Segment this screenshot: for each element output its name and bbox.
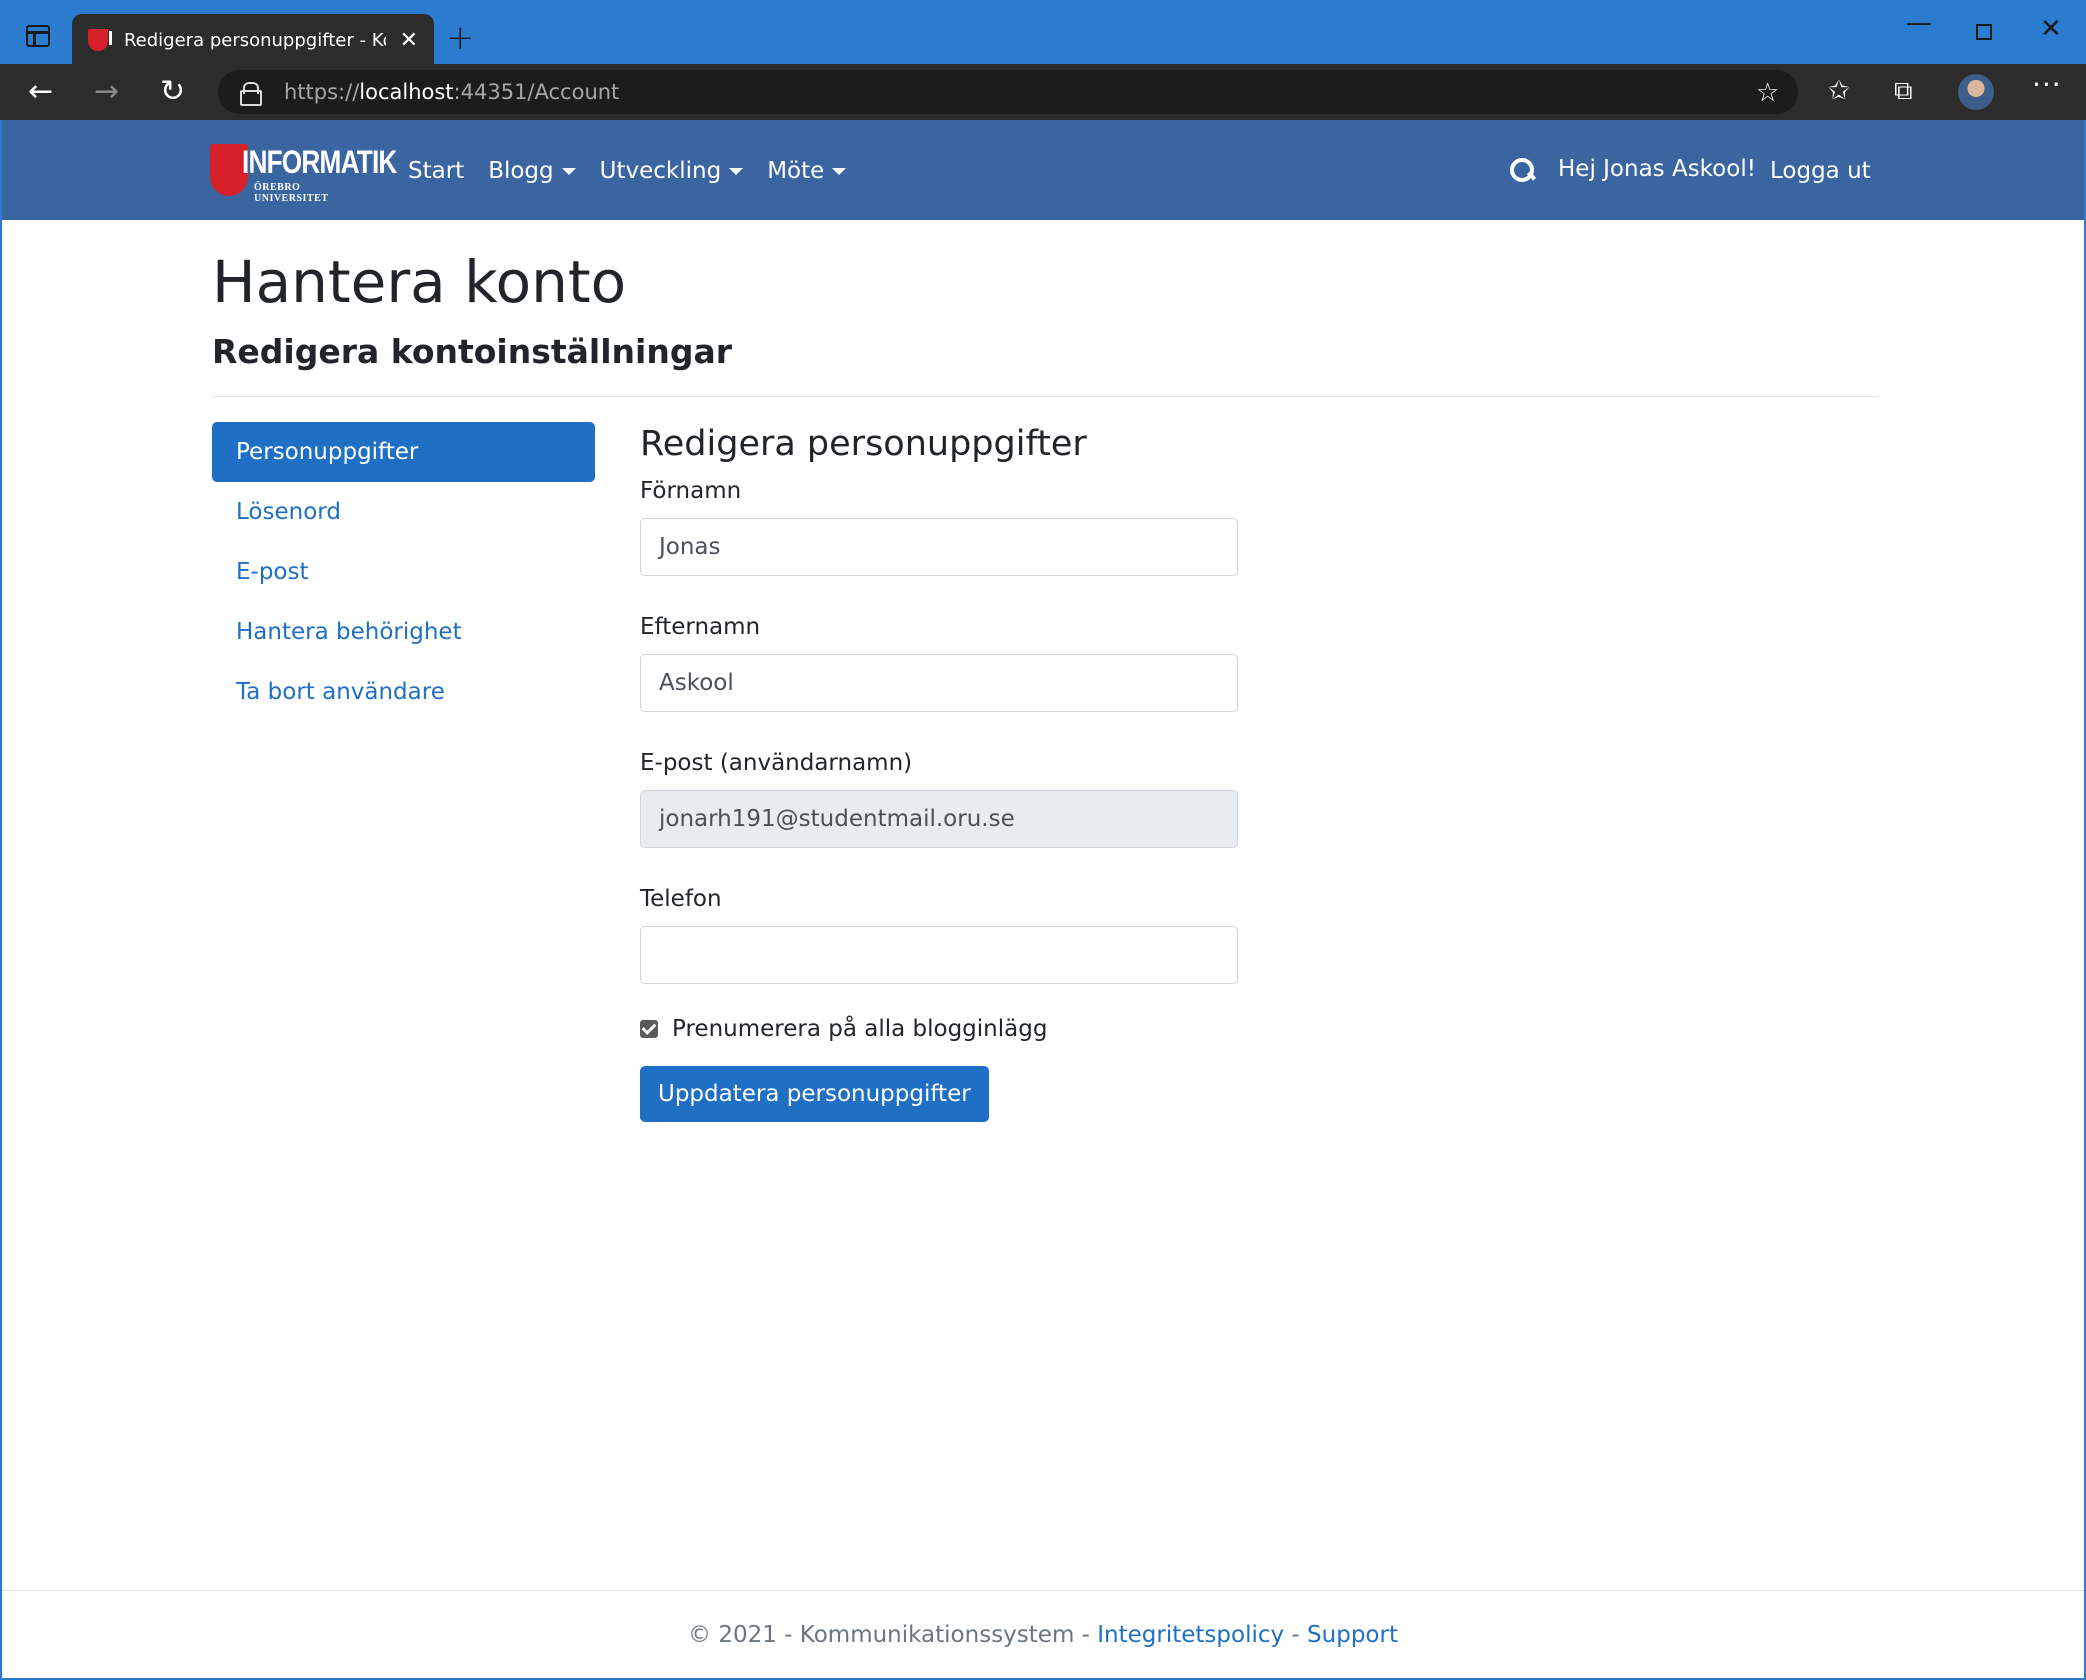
- more-options-icon[interactable]: ···: [2032, 68, 2062, 101]
- support-link[interactable]: Support: [1307, 1622, 1398, 1648]
- logo-wordmark: INFORMATIK: [242, 144, 397, 180]
- email-field: jonarh191@studentmail.oru.se: [640, 790, 1238, 848]
- url-text[interactable]: https://localhost:44351/Account: [284, 80, 619, 104]
- subscribe-row: Prenumerera på alla blogginlägg: [640, 1016, 1238, 1042]
- privacy-link[interactable]: Integritetspolicy: [1097, 1622, 1284, 1648]
- forward-arrow-icon[interactable]: →: [94, 74, 119, 109]
- profile-avatar[interactable]: [1958, 74, 1994, 110]
- firstname-field[interactable]: Jonas: [640, 518, 1238, 576]
- chevron-down-icon: [729, 167, 744, 175]
- chevron-down-icon: [832, 167, 847, 175]
- chevron-down-icon: [561, 167, 576, 175]
- site-favicon-icon: [88, 29, 112, 51]
- email-label: E-post (användarnamn): [640, 750, 913, 776]
- sidenav-item-personuppgifter[interactable]: Personuppgifter: [212, 422, 595, 482]
- browser-titlebar: Redigera personuppgifter - Kom ✕ + — ✕: [0, 0, 2086, 66]
- sidenav-item-losenord[interactable]: Lösenord: [212, 482, 595, 542]
- back-arrow-icon[interactable]: ←: [28, 74, 53, 109]
- phone-label: Telefon: [640, 886, 722, 912]
- window-maximize-button[interactable]: [1976, 24, 1992, 40]
- subscribe-label[interactable]: Prenumerera på alla blogginlägg: [672, 1016, 1047, 1042]
- browser-tab-active[interactable]: Redigera personuppgifter - Kom ✕: [72, 14, 434, 66]
- favorites-icon[interactable]: ✩: [1828, 76, 1850, 106]
- tab-title: Redigera personuppgifter - Kom: [123, 29, 386, 51]
- site-logo[interactable]: INFORMATIK ÖREBRO UNIVERSITET: [210, 140, 397, 204]
- user-greeting-link[interactable]: Hej Jonas Askool!: [1558, 156, 1756, 182]
- lock-icon[interactable]: [240, 82, 262, 106]
- nav-mote-dropdown[interactable]: Möte: [767, 158, 847, 184]
- sidenav-item-epost[interactable]: E-post: [212, 542, 595, 602]
- nav-blogg-dropdown[interactable]: Blogg: [488, 158, 576, 184]
- sidenav-item-behorighet[interactable]: Hantera behörighet: [212, 602, 595, 662]
- main-nav: Start Blogg Utveckling Möte: [408, 158, 870, 184]
- lastname-label: Efternamn: [640, 614, 761, 640]
- subscribe-checkbox[interactable]: [640, 1020, 658, 1038]
- footer: © 2021 - Kommunikationssystem - Integrit…: [0, 1622, 2086, 1648]
- divider: [212, 396, 1878, 397]
- collections-icon[interactable]: ⧉: [1894, 76, 1913, 107]
- update-personal-info-button[interactable]: Uppdatera personuppgifter: [640, 1066, 989, 1122]
- logout-link[interactable]: Logga ut: [1770, 158, 1871, 184]
- search-icon[interactable]: [1510, 158, 1536, 184]
- address-bar[interactable]: https://localhost:44351/Account ☆: [218, 70, 1798, 114]
- tab-actions-icon[interactable]: [14, 16, 62, 56]
- form-heading: Redigera personuppgifter: [640, 424, 1087, 464]
- page-title: Hantera konto: [212, 248, 627, 316]
- firstname-label: Förnamn: [640, 478, 742, 504]
- page-subtitle: Redigera kontoinställningar: [212, 332, 733, 371]
- nav-utveckling-dropdown[interactable]: Utveckling: [600, 158, 744, 184]
- lastname-field[interactable]: Askool: [640, 654, 1238, 712]
- window-minimize-button[interactable]: —: [1906, 8, 1932, 38]
- footer-divider: [0, 1590, 2086, 1591]
- browser-toolbar: ← → ↻ https://localhost:44351/Account ☆ …: [0, 64, 2086, 120]
- account-sidenav: Personuppgifter Lösenord E-post Hantera …: [212, 422, 595, 722]
- personal-info-form: Redigera personuppgifter Förnamn Jonas E…: [640, 424, 1238, 1122]
- logo-subtext: ÖREBRO UNIVERSITET: [254, 182, 329, 204]
- footer-separator: -: [1284, 1622, 1308, 1648]
- window-border-left: [0, 120, 2, 1680]
- footer-copyright: © 2021 - Kommunikationssystem -: [688, 1622, 1098, 1648]
- window-close-button[interactable]: ✕: [2040, 14, 2062, 44]
- sidenav-item-ta-bort[interactable]: Ta bort användare: [212, 662, 595, 722]
- new-tab-button[interactable]: +: [446, 18, 475, 58]
- nav-start[interactable]: Start: [408, 158, 464, 184]
- reload-icon[interactable]: ↻: [160, 74, 185, 109]
- phone-field[interactable]: [640, 926, 1238, 984]
- add-favorite-icon[interactable]: ☆: [1756, 78, 1779, 108]
- site-navbar: INFORMATIK ÖREBRO UNIVERSITET Start Blog…: [0, 120, 2086, 220]
- tab-close-icon[interactable]: ✕: [400, 28, 418, 53]
